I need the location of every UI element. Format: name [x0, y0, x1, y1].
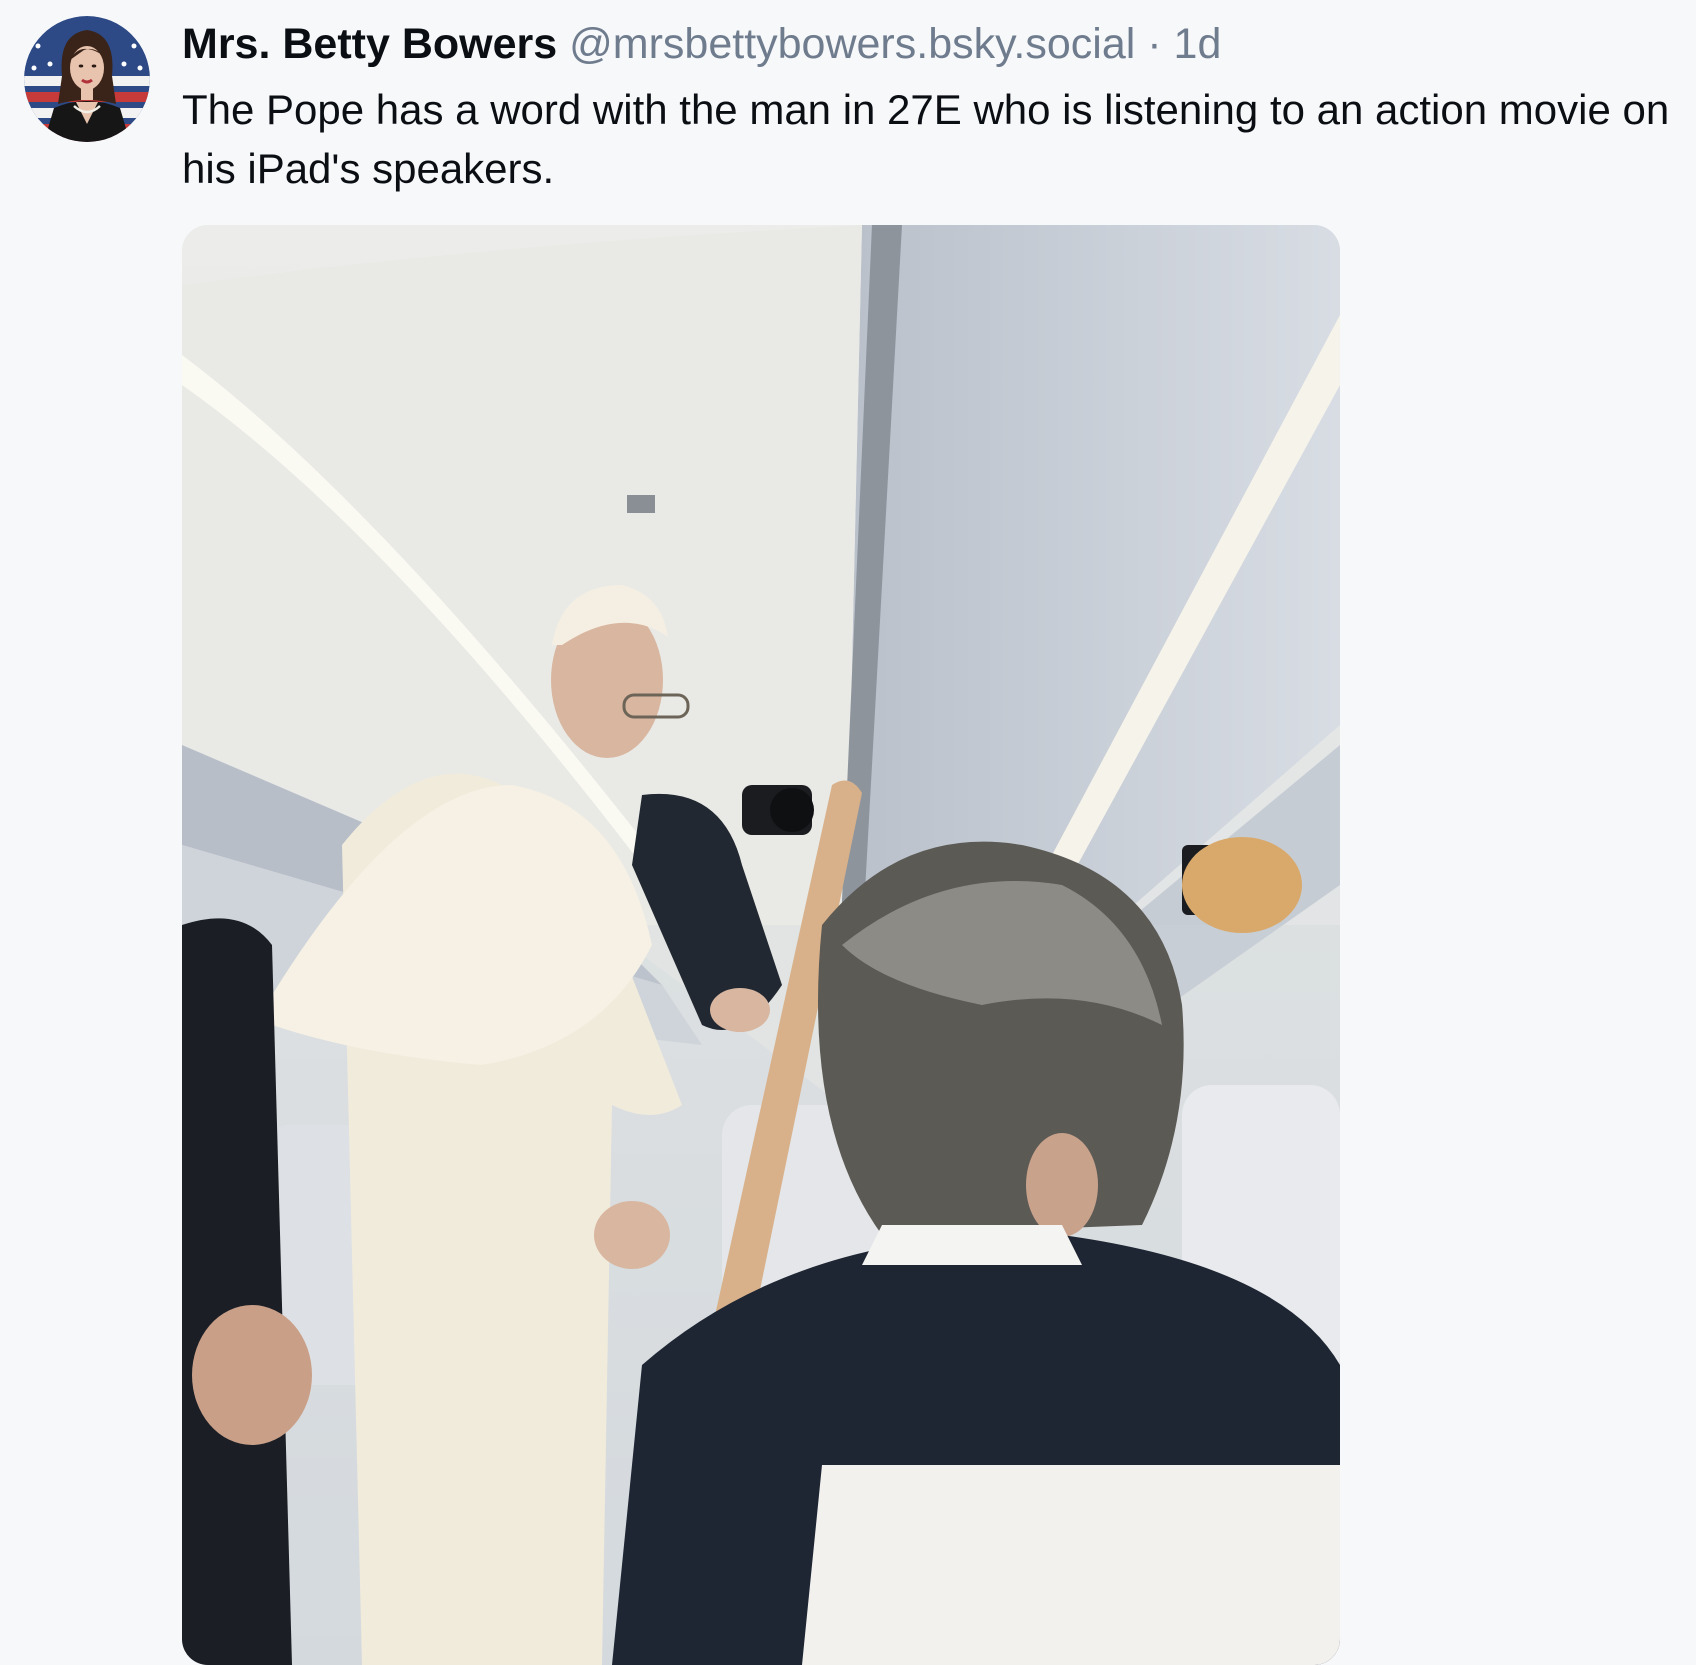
avatar-image: [24, 16, 150, 142]
post-header: Mrs. Betty Bowers @mrsbettybowers.bsky.s…: [182, 14, 1221, 74]
post-text: The Pope has a word with the man in 27E …: [182, 86, 1670, 192]
post-card: Mrs. Betty Bowers @mrsbettybowers.bsky.s…: [0, 0, 1696, 1665]
airplane-cabin-photo: [182, 225, 1340, 1665]
header-separator: ·: [1147, 20, 1162, 68]
post-image[interactable]: [182, 225, 1340, 1665]
post-timestamp[interactable]: 1d: [1174, 20, 1222, 68]
author-avatar[interactable]: [24, 16, 150, 142]
author-handle[interactable]: @mrsbettybowers.bsky.social: [569, 20, 1135, 68]
author-display-name[interactable]: Mrs. Betty Bowers: [182, 20, 557, 68]
